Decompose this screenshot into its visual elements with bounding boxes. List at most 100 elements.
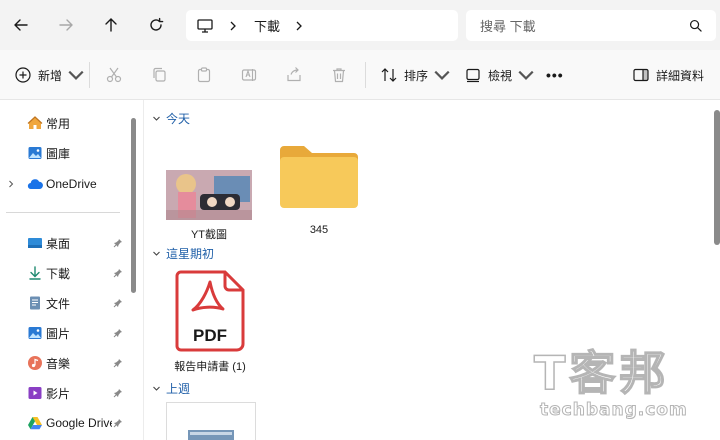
rename-icon <box>241 69 257 81</box>
plus-circle-icon <box>15 67 31 83</box>
group-header-last-week[interactable]: 上週 <box>152 380 190 396</box>
copy-icon <box>153 67 166 82</box>
arrow-up-icon <box>105 18 117 32</box>
sidebar-item-label: OneDrive <box>46 177 97 191</box>
new-label: 新增 <box>38 68 63 83</box>
pdf-badge: PDF <box>193 326 227 345</box>
sidebar-item-label: 常用 <box>46 116 71 131</box>
chevron-down-icon <box>153 116 160 121</box>
content-scrollbar[interactable] <box>714 110 720 245</box>
breadcrumb-downloads[interactable]: 下載 <box>254 16 280 35</box>
folder-item[interactable]: 345 <box>278 142 360 236</box>
view-button[interactable]: 檢視 <box>464 50 535 100</box>
refresh-button[interactable] <box>143 12 169 38</box>
clipboard-icon <box>197 67 211 83</box>
sidebar-item-videos[interactable]: 影片 <box>0 380 128 406</box>
pin-icon[interactable] <box>113 238 123 248</box>
chevron-right-icon[interactable] <box>294 21 304 31</box>
share-icon <box>287 67 301 82</box>
chevron-right-icon[interactable] <box>7 180 15 188</box>
home-icon <box>27 116 43 129</box>
sidebar-item-onedrive[interactable]: OneDrive <box>0 171 128 197</box>
pdf-file-icon: PDF <box>175 270 245 352</box>
chevron-right-icon[interactable] <box>228 21 238 31</box>
view-label: 檢視 <box>488 68 513 83</box>
chevron-down-icon <box>68 70 84 80</box>
sidebar-item-downloads[interactable]: 下載 <box>0 260 128 286</box>
file-name: 345 <box>309 224 329 236</box>
sidebar-scrollbar-thumb[interactable] <box>131 118 136 293</box>
pin-icon[interactable] <box>113 268 123 278</box>
more-options-button[interactable]: ••• <box>546 50 564 100</box>
toolbar-divider <box>365 62 366 88</box>
onedrive-icon <box>27 179 43 190</box>
address-bar[interactable]: 下載 <box>186 10 458 41</box>
back-button[interactable] <box>8 12 34 38</box>
gallery-icon <box>28 147 42 159</box>
rename-button[interactable] <box>240 50 258 100</box>
pin-icon[interactable] <box>113 298 123 308</box>
new-button[interactable]: 新增 <box>14 50 85 100</box>
copy-button[interactable] <box>150 50 168 100</box>
google-drive-icon <box>28 417 42 430</box>
scissors-icon <box>106 67 122 83</box>
chevron-down-icon <box>153 386 160 391</box>
folder-icon <box>280 146 358 208</box>
chevron-down-icon <box>434 70 450 80</box>
search-placeholder: 搜尋 下載 <box>480 19 536 34</box>
sort-icon <box>381 68 397 82</box>
file-item[interactable]: YT截圖 <box>166 170 252 242</box>
chevron-down-icon <box>153 251 160 256</box>
details-pane-button[interactable]: 詳細資料 <box>632 50 704 100</box>
sidebar-item-label: 音樂 <box>46 356 71 371</box>
file-item[interactable] <box>166 402 256 440</box>
sort-label: 排序 <box>404 68 429 83</box>
group-title: 今天 <box>166 111 191 126</box>
sidebar-item-label: 圖片 <box>46 326 71 341</box>
pin-icon[interactable] <box>113 358 123 368</box>
command-bar: 新增 排序 檢視 ••• 詳細資料 <box>0 50 720 100</box>
refresh-icon <box>150 17 164 31</box>
sidebar-item-gallery[interactable]: 圖庫 <box>0 140 128 166</box>
sidebar-item-label: 桌面 <box>46 236 71 251</box>
desktop-icon <box>28 238 42 248</box>
sidebar-item-music[interactable]: 音樂 <box>0 350 128 376</box>
group-header-early-this-week[interactable]: 這星期初 <box>152 245 214 261</box>
address-row: 下載 搜尋 下載 <box>0 0 720 50</box>
sort-button[interactable]: 排序 <box>380 50 451 100</box>
file-name: YT截圖 <box>190 229 228 241</box>
details-label: 詳細資料 <box>656 68 705 83</box>
sidebar-item-home[interactable]: 常用 <box>0 110 128 136</box>
share-button[interactable] <box>285 50 303 100</box>
file-item[interactable]: PDF 報告申請書 (1) <box>169 270 251 374</box>
sidebar-divider <box>6 212 120 213</box>
pin-icon[interactable] <box>113 388 123 398</box>
more-options-icon: ••• <box>546 67 564 83</box>
videos-icon <box>28 387 42 399</box>
sidebar-item-google-drive[interactable]: Google Drive <box>0 410 128 436</box>
download-icon <box>29 266 41 280</box>
pin-icon[interactable] <box>113 328 123 338</box>
sidebar-item-label: Google Drive <box>46 416 112 430</box>
group-title: 上週 <box>166 381 191 396</box>
details-pane-icon <box>633 68 649 82</box>
sidebar-item-label: 圖庫 <box>46 146 71 161</box>
arrow-right-icon <box>59 19 73 31</box>
cut-button[interactable] <box>105 50 123 100</box>
search-input[interactable]: 搜尋 下載 <box>466 10 716 41</box>
sidebar-item-label: 下載 <box>46 266 71 281</box>
navigation-pane: 常用 圖庫 OneDrive 桌面 下載 文件 圖片 音樂 影片 Google … <box>0 100 143 440</box>
up-button[interactable] <box>98 12 124 38</box>
forward-button[interactable] <box>53 12 79 38</box>
view-icon <box>466 68 480 83</box>
trash-icon <box>333 68 345 83</box>
group-header-today[interactable]: 今天 <box>152 110 190 126</box>
document-thumbnail <box>166 402 256 440</box>
documents-icon <box>30 296 40 310</box>
paste-button[interactable] <box>195 50 213 100</box>
delete-button[interactable] <box>330 50 348 100</box>
sidebar-item-documents[interactable]: 文件 <box>0 290 128 316</box>
pin-icon[interactable] <box>113 418 123 428</box>
sidebar-item-desktop[interactable]: 桌面 <box>0 230 128 256</box>
sidebar-item-pictures[interactable]: 圖片 <box>0 320 128 346</box>
